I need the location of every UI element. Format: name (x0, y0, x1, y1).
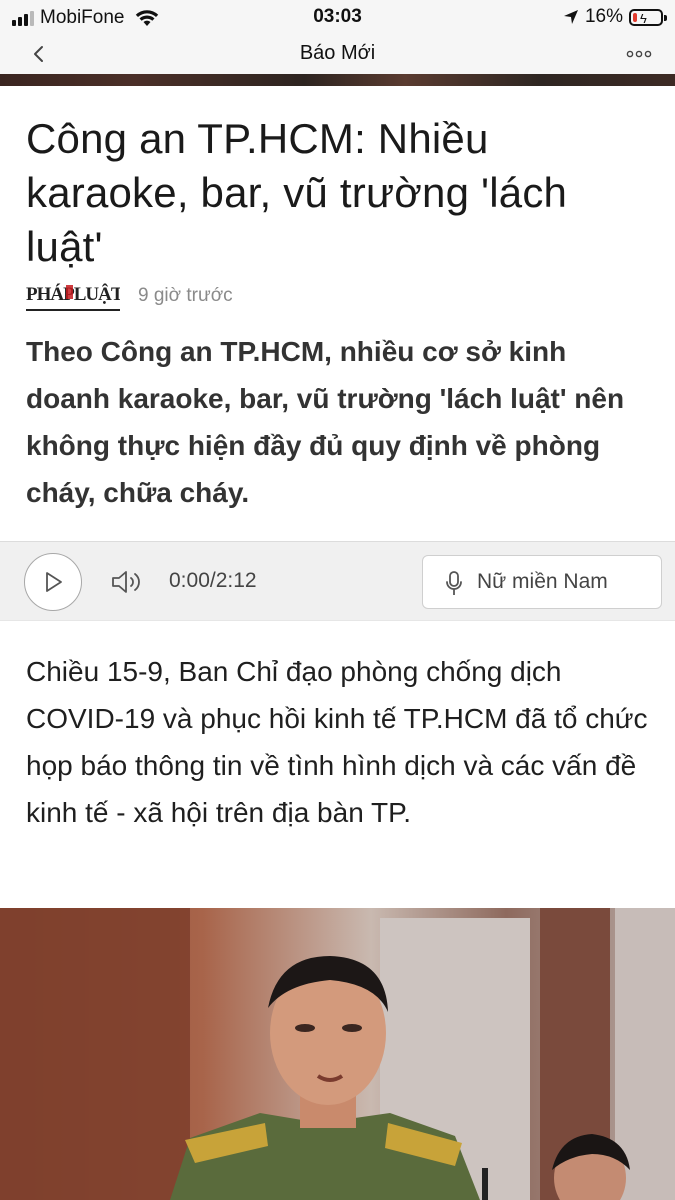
battery-icon: ϟ (629, 8, 667, 26)
article-summary: Theo Công an TP.HCM, nhiều cơ sở kinh do… (26, 336, 625, 508)
article-body-paragraph: Chiều 15-9, Ban Chỉ đạo phòng chống dịch… (26, 656, 648, 828)
nav-title: Báo Mới (299, 42, 376, 64)
charging-bolt-icon: ϟ (640, 10, 647, 26)
voice-label: Nữ miền Nam (477, 570, 608, 593)
article-photo[interactable] (0, 908, 675, 1200)
ellipsis-icon[interactable] (625, 44, 653, 64)
play-icon (46, 572, 62, 592)
source-logo[interactable]: PHÁPLUẬT (26, 282, 125, 311)
phapluat-logo: PHÁPLUẬT (26, 283, 125, 305)
article-headline: Công an TP.HCM: Nhiều karaoke, bar, vũ t… (26, 115, 568, 270)
microphone-icon (446, 571, 462, 595)
source-row: PHÁPLUẬT 9 giờ trước (26, 282, 233, 311)
audio-time: 0:00/2:12 (169, 569, 257, 592)
audio-player: 0:00/2:12 Nữ miền Nam (0, 541, 675, 621)
location-arrow-icon (563, 10, 578, 24)
battery-fill (633, 12, 637, 22)
battery-percent: 16% (584, 6, 623, 27)
photo-illustration (0, 908, 675, 1200)
publish-time: 9 giờ trước (138, 285, 233, 306)
previous-image-strip (0, 74, 675, 86)
speaker-icon[interactable] (111, 569, 143, 595)
voice-select-button[interactable]: Nữ miền Nam (422, 555, 662, 609)
nav-bar: Báo Mới (0, 34, 675, 74)
status-right: 16% ϟ (563, 6, 667, 28)
play-button[interactable] (24, 553, 82, 611)
status-bar: MobiFone 03:03 16% ϟ (0, 0, 675, 34)
